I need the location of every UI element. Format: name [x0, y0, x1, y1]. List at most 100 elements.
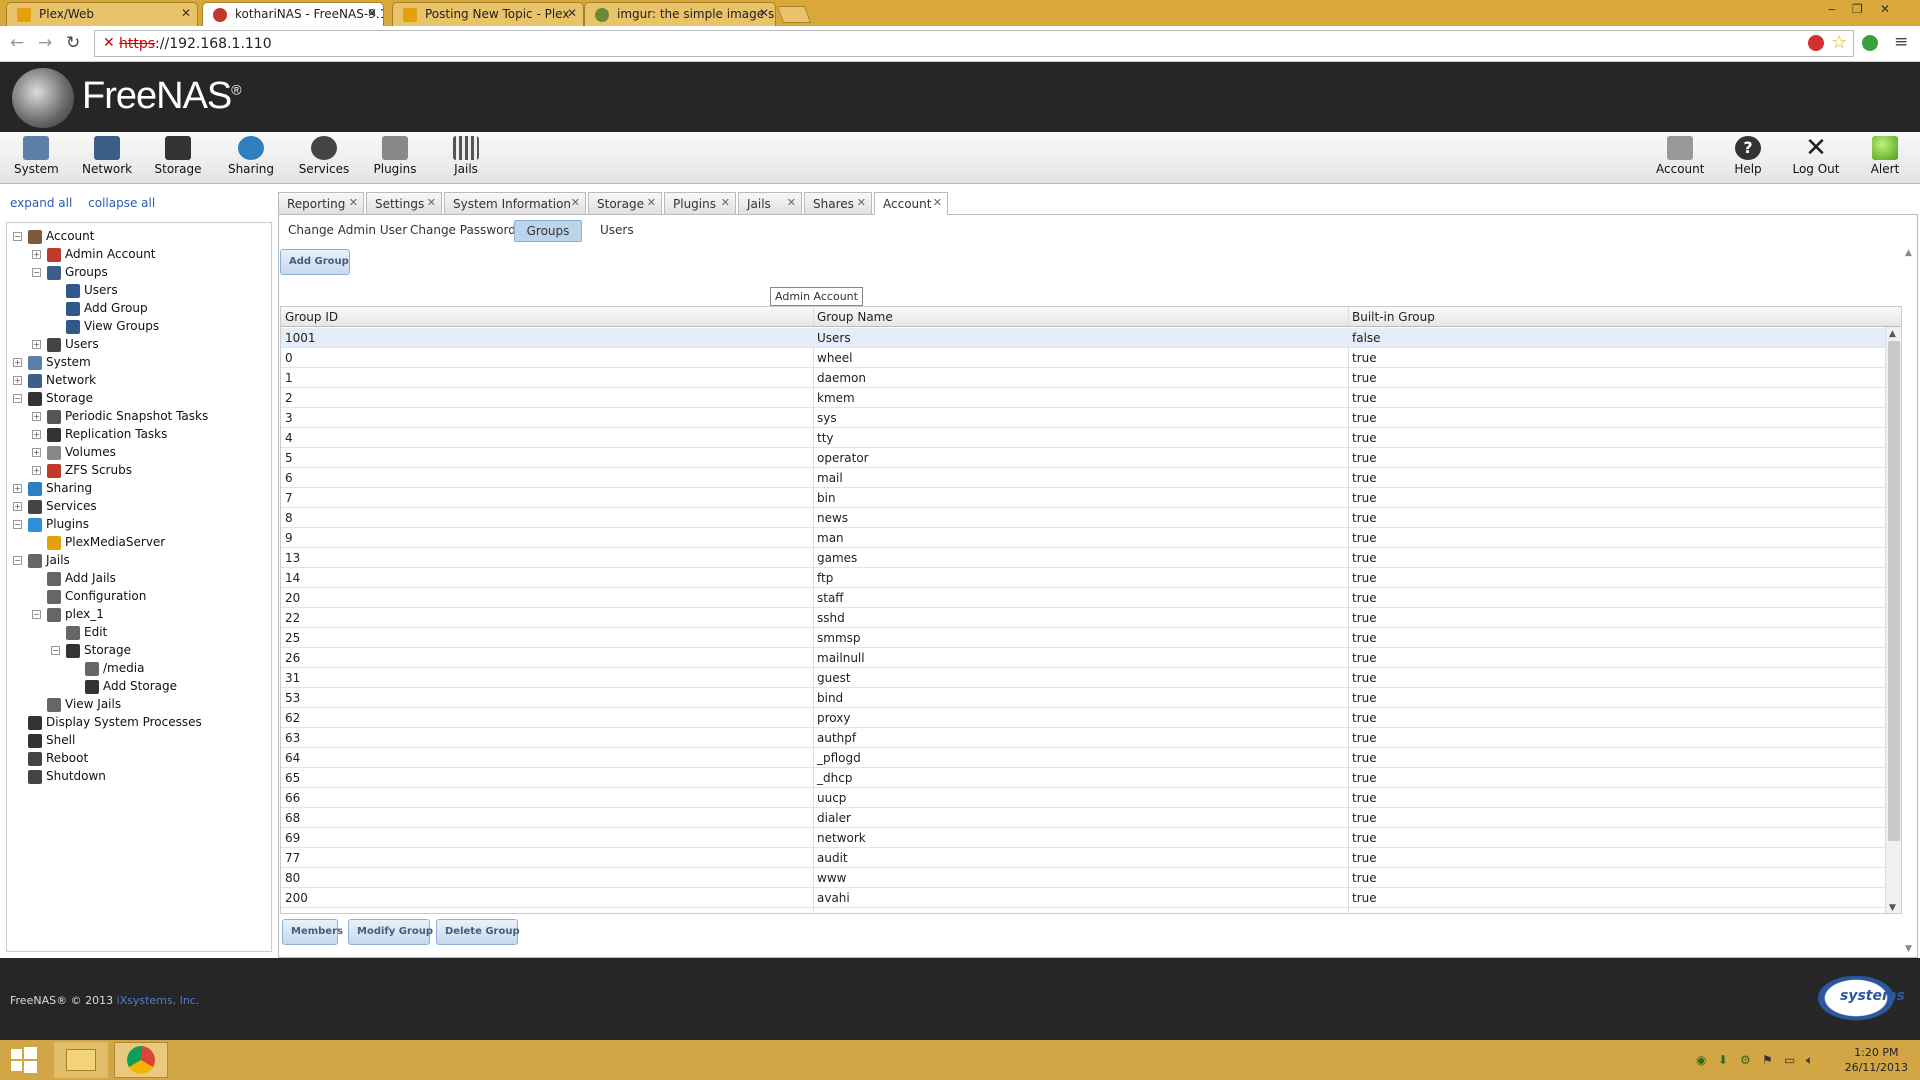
file-explorer-button[interactable] [54, 1042, 108, 1078]
tree-node[interactable]: View Jails [32, 697, 121, 715]
expand-icon[interactable]: + [32, 412, 41, 421]
close-icon[interactable]: ✕ [571, 196, 580, 209]
tree-node[interactable]: Edit [51, 625, 107, 643]
table-row[interactable]: 22 sshd true [281, 608, 1885, 628]
tree-node[interactable]: − Plugins [13, 517, 89, 535]
tree-node[interactable]: View Groups [51, 319, 159, 337]
close-icon[interactable]: ✕ [933, 196, 942, 209]
restore-icon[interactable]: ❐ [1852, 2, 1863, 16]
table-row[interactable]: 20 staff true [281, 588, 1885, 608]
tray-network-icon[interactable]: ▭ [1784, 1053, 1795, 1067]
nav-account[interactable]: Account [1656, 136, 1704, 176]
table-row[interactable]: 200 avahi true [281, 888, 1885, 908]
scroll-up-icon[interactable]: ▲ [1889, 329, 1896, 339]
tab-system-information[interactable]: System Information ✕ [444, 192, 586, 215]
nav-logout[interactable]: ✕ Log Out [1792, 135, 1840, 176]
close-icon[interactable]: ✕ [647, 196, 656, 209]
adblock-icon[interactable] [1808, 35, 1824, 51]
expand-icon[interactable]: + [32, 466, 41, 475]
table-row[interactable]: 6 mail true [281, 468, 1885, 488]
scrollbar-thumb[interactable] [1888, 341, 1900, 841]
close-tab-icon[interactable]: ✕ [181, 6, 191, 20]
scroll-down-icon[interactable]: ▼ [1905, 944, 1912, 954]
nav-network[interactable]: Network [82, 136, 132, 176]
start-button[interactable] [6, 1042, 42, 1078]
table-row[interactable]: 77 audit true [281, 848, 1885, 868]
nav-alert[interactable]: Alert [1868, 136, 1902, 176]
expand-all-link[interactable]: expand all [10, 196, 72, 210]
expand-icon[interactable]: + [32, 430, 41, 439]
address-bar[interactable]: ✕ https://192.168.1.110 [94, 30, 1854, 57]
nav-sharing[interactable]: Sharing [226, 136, 276, 176]
table-row[interactable]: 62 proxy true [281, 708, 1885, 728]
tree-node[interactable]: Shutdown [13, 769, 106, 787]
subtab-change-admin-user[interactable]: Change Admin User [284, 220, 411, 242]
tree-node[interactable]: + Services [13, 499, 97, 517]
tree-node[interactable]: Shell [13, 733, 75, 751]
panel-scrollbar[interactable]: ▲ ▼ [1902, 248, 1918, 954]
tray-sync-icon[interactable]: ◉ [1696, 1053, 1706, 1067]
tab-reporting[interactable]: Reporting ✕ [278, 192, 364, 215]
table-row[interactable]: 26 mailnull true [281, 648, 1885, 668]
scroll-up-icon[interactable]: ▲ [1905, 248, 1912, 258]
modify-group-button[interactable]: Modify Group [348, 919, 433, 945]
add-group-button[interactable]: Add Group [280, 249, 350, 275]
close-window-icon[interactable]: ✕ [1880, 2, 1890, 16]
table-row[interactable]: 9 man true [281, 528, 1885, 548]
table-row[interactable]: 13 games true [281, 548, 1885, 568]
tree-node[interactable]: PlexMediaServer [32, 535, 165, 553]
tray-flag-icon[interactable]: ⚑ [1762, 1053, 1773, 1067]
tree-node[interactable]: Add Group [51, 301, 148, 319]
table-row[interactable]: 69 network true [281, 828, 1885, 848]
collapse-icon[interactable]: − [13, 394, 22, 403]
column-header-builtin-group[interactable]: Built-in Group [1352, 310, 1435, 324]
table-row[interactable]: 7 bin true [281, 488, 1885, 508]
tree-node[interactable]: − Account [13, 229, 94, 247]
collapse-icon[interactable]: − [32, 610, 41, 619]
nav-help[interactable]: ? Help [1732, 136, 1764, 176]
collapse-icon[interactable]: − [51, 646, 60, 655]
table-row[interactable]: 3 sys true [281, 408, 1885, 428]
subtab-change-password[interactable]: Change Password [406, 220, 520, 242]
tree-node[interactable]: Display System Processes [13, 715, 202, 733]
tree-node[interactable]: + Admin Account [32, 247, 156, 265]
tree-node[interactable]: Add Storage [70, 679, 177, 697]
expand-icon[interactable]: + [13, 502, 22, 511]
table-row[interactable]: 80 www true [281, 868, 1885, 888]
tree-node[interactable]: /media [70, 661, 144, 679]
expand-icon[interactable]: + [13, 484, 22, 493]
table-row[interactable]: 66 uucp true [281, 788, 1885, 808]
tab-account[interactable]: Account ✕ [874, 192, 948, 215]
table-row[interactable]: 65 _dhcp true [281, 768, 1885, 788]
tree-node[interactable]: + Network [13, 373, 96, 391]
collapse-all-link[interactable]: collapse all [88, 196, 155, 210]
collapse-icon[interactable]: − [13, 556, 22, 565]
tree-node[interactable]: Configuration [32, 589, 146, 607]
nav-jails[interactable]: Jails [448, 136, 484, 176]
tree-node[interactable]: − Storage [13, 391, 93, 409]
close-icon[interactable]: ✕ [349, 196, 358, 209]
browser-tab-active[interactable]: kothariNAS - FreeNAS-9.1 ✕ [202, 2, 384, 26]
table-row[interactable]: 25 smmsp true [281, 628, 1885, 648]
close-icon[interactable]: ✕ [721, 196, 730, 209]
close-tab-icon[interactable]: ✕ [367, 6, 377, 20]
expand-icon[interactable]: + [13, 358, 22, 367]
table-row[interactable]: 4 tty true [281, 428, 1885, 448]
tree-node[interactable]: + Periodic Snapshot Tasks [32, 409, 208, 427]
tree-node[interactable]: − Storage [51, 643, 131, 661]
tree-node[interactable]: + Replication Tasks [32, 427, 167, 445]
browser-tab[interactable]: Plex/Web ✕ [6, 2, 198, 26]
collapse-icon[interactable]: − [13, 520, 22, 529]
tab-plugins[interactable]: Plugins ✕ [664, 192, 736, 215]
table-row[interactable]: 14 ftp true [281, 568, 1885, 588]
taskbar-clock[interactable]: 1:20 PM 26/11/2013 [1845, 1045, 1908, 1075]
table-scrollbar[interactable]: ▲ ▼ [1885, 327, 1901, 913]
tree-node[interactable]: + ZFS Scrubs [32, 463, 132, 481]
table-row[interactable]: 63 authpf true [281, 728, 1885, 748]
tree-node[interactable]: + Volumes [32, 445, 116, 463]
tab-jails[interactable]: Jails ✕ [738, 192, 802, 215]
tray-app-icon[interactable]: ⚙ [1740, 1053, 1751, 1067]
browser-tab[interactable]: imgur: the simple image s ✕ [584, 2, 776, 26]
table-row[interactable]: 64 _pflogd true [281, 748, 1885, 768]
bookmark-star-icon[interactable]: ☆ [1831, 32, 1847, 53]
